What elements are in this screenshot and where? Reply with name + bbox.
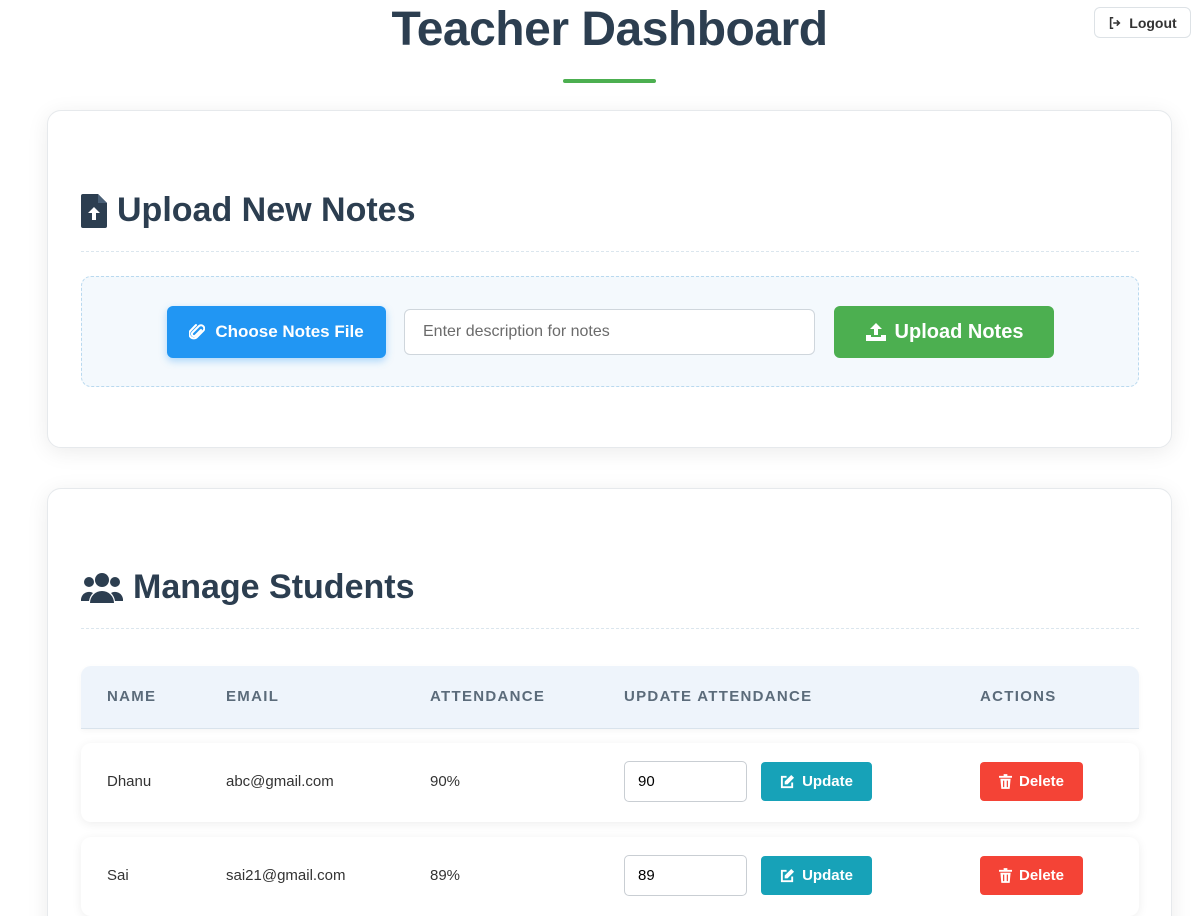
delete-button[interactable]: Delete bbox=[980, 856, 1083, 895]
student-name: Sai bbox=[107, 867, 129, 884]
trash-icon bbox=[998, 774, 1012, 789]
column-header-attendance: ATTENDANCE bbox=[430, 688, 546, 705]
divider bbox=[81, 628, 1139, 629]
table-header: NAME EMAIL ATTENDANCE UPDATE ATTENDANCE … bbox=[81, 666, 1139, 729]
logout-button[interactable]: Logout bbox=[1094, 7, 1191, 38]
table-row: Dhanu abc@gmail.com 90% Update Delete bbox=[81, 743, 1139, 822]
delete-label: Delete bbox=[1018, 867, 1065, 884]
users-icon bbox=[81, 571, 123, 605]
manage-students-card: Manage Students NAME EMAIL ATTENDANCE UP… bbox=[47, 488, 1172, 916]
page-title: Teacher Dashboard bbox=[391, 3, 828, 56]
choose-notes-file-button[interactable]: Choose Notes File bbox=[167, 306, 386, 358]
students-section-title: Manage Students bbox=[81, 568, 414, 607]
attendance-input[interactable] bbox=[624, 761, 747, 802]
table-row: Sai sai21@gmail.com 89% Update Delete bbox=[81, 837, 1139, 916]
upload-section-title: Upload New Notes bbox=[81, 191, 415, 230]
column-header-actions: ACTIONS bbox=[980, 688, 1057, 705]
student-email: abc@gmail.com bbox=[226, 773, 334, 790]
upload-zone: Choose Notes File Upload Notes bbox=[81, 276, 1139, 387]
paperclip-icon bbox=[189, 323, 206, 341]
update-button[interactable]: Update bbox=[761, 762, 872, 801]
upload-title-text: Upload New Notes bbox=[117, 191, 416, 229]
upload-icon bbox=[865, 322, 887, 342]
delete-label: Delete bbox=[1018, 773, 1065, 790]
student-attendance: 90% bbox=[430, 773, 461, 790]
attendance-input[interactable] bbox=[624, 855, 747, 896]
student-email: sai21@gmail.com bbox=[226, 867, 346, 884]
students-title-text: Manage Students bbox=[133, 568, 415, 606]
description-input[interactable] bbox=[404, 309, 815, 355]
upload-notes-button[interactable]: Upload Notes bbox=[834, 306, 1054, 358]
student-name: Dhanu bbox=[107, 773, 152, 790]
logout-label: Logout bbox=[1129, 14, 1177, 31]
column-header-name: NAME bbox=[107, 688, 157, 705]
update-label: Update bbox=[802, 867, 853, 884]
divider bbox=[81, 251, 1139, 252]
upload-notes-label: Upload Notes bbox=[894, 320, 1024, 343]
upload-notes-card: Upload New Notes Choose Notes File Uploa… bbox=[47, 110, 1172, 448]
edit-icon bbox=[780, 774, 795, 789]
student-attendance: 89% bbox=[430, 867, 461, 884]
sign-out-icon bbox=[1108, 16, 1122, 30]
delete-button[interactable]: Delete bbox=[980, 762, 1083, 801]
column-header-update-attendance: UPDATE ATTENDANCE bbox=[624, 688, 813, 705]
update-button[interactable]: Update bbox=[761, 856, 872, 895]
column-header-email: EMAIL bbox=[226, 688, 280, 705]
choose-notes-file-label: Choose Notes File bbox=[215, 322, 364, 341]
file-upload-icon bbox=[81, 193, 107, 228]
edit-icon bbox=[780, 868, 795, 883]
update-label: Update bbox=[802, 773, 853, 790]
trash-icon bbox=[998, 868, 1012, 883]
title-underline bbox=[563, 79, 656, 83]
